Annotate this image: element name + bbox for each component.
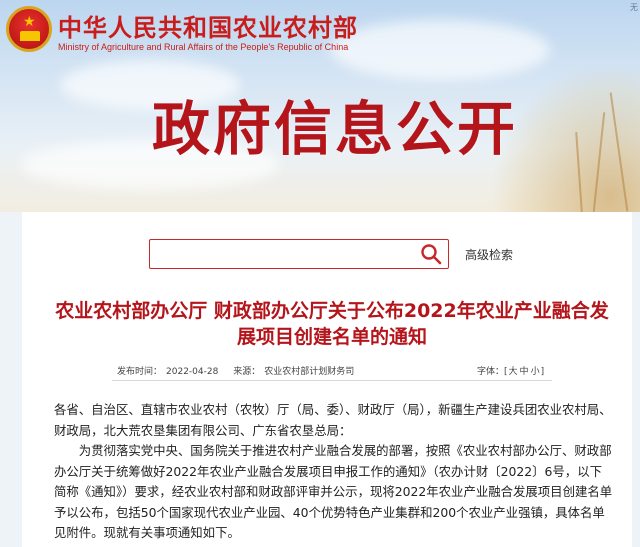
source-label: 来源： — [233, 367, 261, 377]
publish-date: 2022-04-28 — [166, 367, 219, 377]
article-body: 各省、自治区、直辖市农业农村（农牧）厅（局、委）、财政厅（局），新疆生产建设兵团… — [54, 400, 614, 544]
header-banner: ★ 中华人民共和国农业农村部 Ministry of Agriculture a… — [0, 0, 640, 212]
national-emblem-icon[interactable]: ★ — [6, 6, 52, 52]
font-large-button[interactable]: 大 — [509, 367, 518, 377]
ministry-name-cn[interactable]: 中华人民共和国农业农村部 — [58, 8, 358, 43]
advanced-search-link[interactable]: 高级检索 — [465, 246, 513, 263]
font-label: 字体： — [477, 367, 505, 377]
article-meta: 发布时间： 2022-04-28 来源： 农业农村部计划财务司 — [117, 364, 358, 377]
ministry-name-en: Ministry of Agriculture and Rural Affair… — [58, 42, 349, 52]
search-bar: 高级检索 — [149, 239, 569, 269]
meta-divider — [112, 380, 552, 381]
font-small-button[interactable]: 小 — [531, 367, 540, 377]
publish-label: 发布时间： — [117, 367, 163, 377]
search-icon — [421, 244, 442, 265]
bracket-close: ] — [540, 367, 545, 377]
section-title: 政府信息公开 — [152, 95, 519, 163]
article-title: 农业农村部办公厅 财政部办公厅关于公布2022年农业产业融合发展项目创建名单的通… — [55, 300, 609, 348]
bracket-open: [ — [504, 367, 508, 377]
font-medium-button[interactable]: 中 — [520, 367, 529, 377]
search-button[interactable] — [417, 241, 445, 267]
font-size-control: 字体：[大中小] — [477, 364, 544, 377]
content-card: 高级检索 农业农村部办公厅 财政部办公厅关于公布2022年农业产业融合发展项目创… — [22, 212, 632, 547]
search-input[interactable] — [149, 239, 449, 269]
salutation-paragraph: 各省、自治区、直辖市农业农村（农牧）厅（局、委）、财政厅（局），新疆生产建设兵团… — [54, 402, 612, 438]
source-value: 农业农村部计划财务司 — [264, 367, 355, 377]
body-paragraph: 为贯彻落实党中央、国务院关于推进农村产业融合发展的部署，按照《农业农村部办公厅、… — [54, 443, 613, 540]
corner-label: 无 — [630, 3, 638, 12]
